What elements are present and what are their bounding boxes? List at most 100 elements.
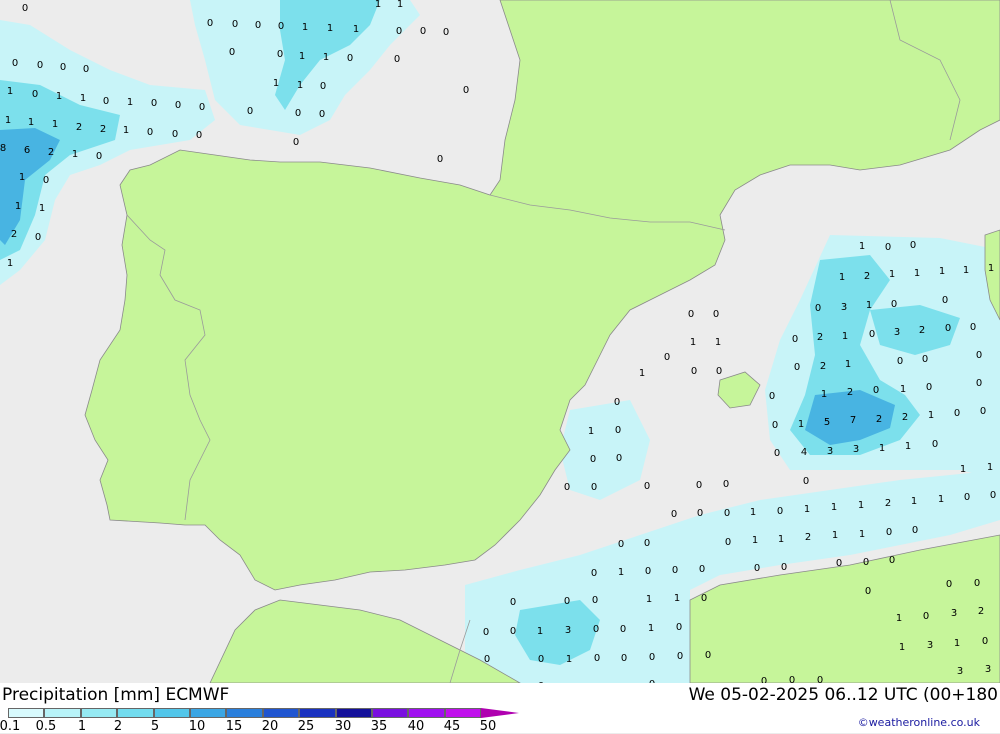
precip-value: 0 [295, 108, 301, 119]
precip-value: 1 [299, 51, 305, 62]
precip-value: 0 [60, 62, 66, 73]
precip-value: 3 [841, 302, 847, 313]
precip-value: 0 [255, 20, 261, 31]
precip-value: 2 [76, 122, 82, 133]
precip-value: 0 [615, 425, 621, 436]
precip-value: 0 [83, 64, 89, 75]
precip-value: 0 [207, 18, 213, 29]
precip-value: 1 [690, 337, 696, 348]
precip-value: 0 [699, 564, 705, 575]
precip-value: 1 [123, 125, 129, 136]
precip-value: 0 [885, 242, 891, 253]
legend-label: 0.5 [35, 719, 57, 734]
precip-value: 0 [103, 96, 109, 107]
precip-value: 0 [484, 654, 490, 665]
precip-value: 0 [247, 106, 253, 117]
precip-value: 3 [894, 327, 900, 338]
precip-value: 1 [938, 494, 944, 505]
legend-label: 2 [113, 719, 123, 734]
precip-value: 2 [820, 361, 826, 372]
precip-value: 0 [923, 611, 929, 622]
precip-value: 0 [591, 482, 597, 493]
legend-swatch [80, 708, 118, 718]
precip-value: 1 [15, 201, 21, 212]
precip-value: 1 [566, 654, 572, 665]
precip-value: 0 [538, 654, 544, 665]
precip-value: 0 [172, 129, 178, 140]
legend-swatch [44, 708, 81, 718]
precip-value: 0 [671, 509, 677, 520]
precip-value: 0 [754, 563, 760, 574]
precip-value: 1 [842, 331, 848, 342]
precip-value: 1 [618, 567, 624, 578]
legend-label: 20 [261, 719, 279, 734]
precip-value: 0 [147, 127, 153, 138]
precip-value: 1 [845, 359, 851, 370]
legend-swatch [153, 708, 190, 718]
precip-value: 1 [914, 268, 920, 279]
precip-value: 0 [865, 586, 871, 597]
precip-value: 1 [127, 97, 133, 108]
precip-value: 3 [565, 625, 571, 636]
precip-value: 0 [43, 175, 49, 186]
precip-value: 0 [621, 653, 627, 664]
precip-value: 0 [510, 626, 516, 637]
precip-value: 0 [319, 109, 325, 120]
map-footer: Precipitation [mm] ECMWF We 05-02-2025 0… [0, 683, 1000, 734]
precip-value: 1 [905, 441, 911, 452]
legend-label: 1 [77, 719, 87, 734]
precip-value: 0 [701, 593, 707, 604]
precip-value: 2 [847, 387, 853, 398]
precip-value: 1 [72, 149, 78, 160]
precip-value: 0 [932, 439, 938, 450]
precip-value: 2 [100, 124, 106, 135]
precip-value: 0 [644, 538, 650, 549]
precip-value: 1 [911, 496, 917, 507]
precip-value: 0 [22, 3, 28, 14]
precip-value: 0 [976, 378, 982, 389]
forecast-datetime: We 05-02-2025 06..12 UTC (00+180 [688, 685, 998, 705]
precip-value: 1 [375, 0, 381, 10]
precip-value: 1 [297, 80, 303, 91]
precip-value: 1 [7, 86, 13, 97]
precip-value: 0 [394, 54, 400, 65]
precip-value: 1 [353, 24, 359, 35]
precip-value: 1 [397, 0, 403, 10]
precip-value: 0 [677, 651, 683, 662]
precip-value: 6 [24, 145, 30, 156]
precip-value: 0 [725, 537, 731, 548]
precip-value: 0 [815, 303, 821, 314]
precip-value: 0 [761, 676, 767, 683]
precip-value: 0 [691, 366, 697, 377]
legend-label: 0.1 [0, 719, 21, 734]
precip-value: 0 [35, 232, 41, 243]
precip-value: 0 [232, 19, 238, 30]
precip-value: 0 [976, 350, 982, 361]
legend-labels: 0.1 0.5 1 2 5 10 15 20 25 30 35 40 45 50 [0, 719, 520, 734]
precip-value: 0 [620, 624, 626, 635]
precip-value: 0 [616, 453, 622, 464]
precip-value: 0 [964, 492, 970, 503]
precip-value: 0 [697, 508, 703, 519]
precip-value: 0 [320, 81, 326, 92]
precip-value: 0 [688, 309, 694, 320]
precip-value: 1 [323, 52, 329, 63]
precip-value: 0 [564, 482, 570, 493]
precip-value: 0 [873, 385, 879, 396]
legend-arrow-icon [481, 708, 519, 718]
legend-swatch [117, 708, 154, 718]
precip-value: 0 [869, 329, 875, 340]
precip-value: 1 [928, 410, 934, 421]
precip-value: 0 [12, 58, 18, 69]
precip-value: 0 [769, 391, 775, 402]
precip-value: 0 [990, 490, 996, 501]
precip-value: 0 [912, 525, 918, 536]
precip-value: 1 [798, 419, 804, 430]
precip-value: 0 [151, 98, 157, 109]
precip-value: 1 [831, 502, 837, 513]
precip-value: 0 [32, 89, 38, 100]
precip-value: 2 [11, 229, 17, 240]
credit-link[interactable]: ©weatheronline.co.uk [858, 716, 980, 729]
legend-label: 50 [479, 719, 497, 734]
precip-value: 7 [850, 415, 856, 426]
